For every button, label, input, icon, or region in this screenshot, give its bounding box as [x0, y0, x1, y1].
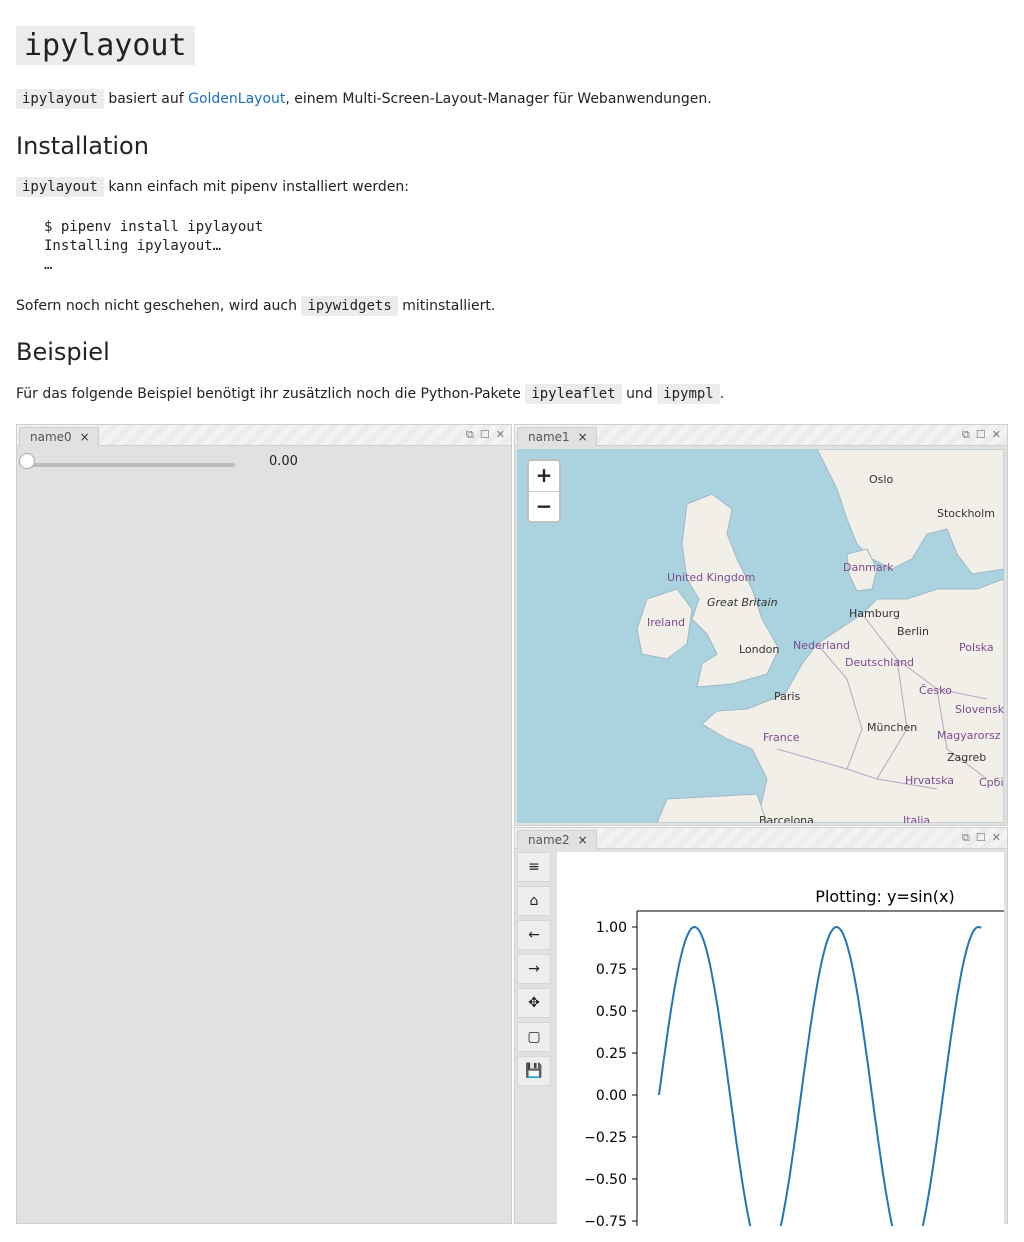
y-tick-label: 0.50: [596, 1004, 627, 1020]
zoom-control: + −: [527, 459, 561, 523]
map-label: Slovensk: [955, 703, 1004, 716]
chart-title: Plotting: y=sin(x): [815, 887, 954, 906]
map-label: Zagreb: [947, 751, 987, 764]
map-label: Danmark: [843, 561, 894, 574]
popout-icon[interactable]: ⧉: [466, 427, 474, 443]
tab-name0[interactable]: name0 ×: [19, 427, 99, 446]
y-tick-label: 0.25: [596, 1046, 627, 1062]
map-label: Србі: [979, 776, 1004, 789]
panel-controls: ⧉ ☐ ✕: [962, 427, 1001, 443]
tab-close-icon[interactable]: ×: [578, 428, 588, 446]
maximize-icon[interactable]: ☐: [976, 427, 986, 443]
panel-tabbar: name1 × ⧉ ☐ ✕: [515, 425, 1007, 446]
close-icon[interactable]: ✕: [496, 427, 505, 443]
map-label: Barcelona: [759, 814, 814, 823]
slider-value: 0.00: [269, 454, 298, 469]
tab-close-icon[interactable]: ×: [578, 831, 588, 849]
panel-tabbar: name0 × ⧉ ☐ ✕: [17, 425, 511, 446]
series-line: [658, 925, 982, 1226]
zoom-in-button[interactable]: +: [529, 461, 559, 492]
goldenlayout-link[interactable]: GoldenLayout: [188, 91, 285, 107]
panel-name2: name2 × ⧉ ☐ ✕ ≡ ⌂ ← → ✥ ▢ 💾 Plotting: y=sin(x)…: [514, 827, 1008, 1226]
inline-code: ipympl: [657, 384, 720, 404]
save-icon[interactable]: 💾: [517, 1056, 551, 1086]
y-tick-label: −0.50: [584, 1172, 627, 1188]
inline-code: ipylayout: [16, 177, 104, 197]
home-icon[interactable]: ⌂: [517, 886, 551, 916]
map-label: Nederland: [793, 639, 851, 652]
inline-code: ipylayout: [16, 89, 104, 109]
panel-tabbar: name2 × ⧉ ☐ ✕: [515, 828, 1007, 849]
map-label: Paris: [774, 690, 801, 703]
map-label: Magyarorsz: [937, 729, 1001, 742]
maximize-icon[interactable]: ☐: [976, 830, 986, 846]
map-label: Oslo: [869, 473, 894, 486]
tab-name1[interactable]: name1 ×: [517, 427, 597, 446]
page-title: ipylayout: [16, 26, 195, 65]
code-block: $ pipenv install ipylayout Installing ip…: [44, 219, 264, 273]
intro-paragraph: ipylayout basiert auf GoldenLayout, eine…: [16, 89, 712, 109]
map-label: Polska: [959, 641, 994, 654]
panel-name1: name1 × ⧉ ☐ ✕ + − Oslo Stockholm Danmark…: [514, 424, 1008, 826]
map-label: Hrvatska: [905, 774, 955, 787]
map-label: Berlin: [897, 625, 929, 638]
map-label: Italia: [903, 814, 931, 823]
close-icon[interactable]: ✕: [992, 427, 1001, 443]
y-tick-label: −0.25: [584, 1130, 627, 1146]
map-label: Ireland: [647, 616, 686, 629]
install-note: Sofern noch nicht geschehen, wird auch i…: [16, 296, 496, 316]
close-icon[interactable]: ✕: [992, 830, 1001, 846]
map-label: Česko: [919, 684, 952, 697]
map-label: Hamburg: [849, 607, 900, 620]
installation-heading: Installation: [16, 132, 149, 160]
installation-paragraph: ipylayout kann einfach mit pipenv instal…: [16, 177, 409, 197]
zoom-rect-icon[interactable]: ▢: [517, 1022, 551, 1052]
matplotlib-figure[interactable]: Plotting: y=sin(x) 1.00 0.75 0.50 0.25 0.00 −…: [557, 852, 1004, 1226]
tab-close-icon[interactable]: ×: [80, 428, 90, 446]
map-label: München: [867, 721, 918, 734]
map-label: London: [739, 643, 780, 656]
pan-icon[interactable]: ✥: [517, 988, 551, 1018]
y-tick-label: 0.00: [596, 1088, 627, 1104]
sine-plot: Plotting: y=sin(x) 1.00 0.75 0.50 0.25 0.00 −…: [584, 887, 1004, 1226]
slider-track[interactable]: [25, 463, 235, 467]
inline-code: ipywidgets: [301, 296, 398, 316]
figure-toolbar: ≡ ⌂ ← → ✥ ▢ 💾: [517, 852, 551, 1090]
inline-code: ipyleaflet: [525, 384, 622, 404]
y-tick-label: −0.75: [584, 1214, 627, 1226]
forward-arrow-icon[interactable]: →: [517, 954, 551, 984]
tab-name2[interactable]: name2 ×: [517, 830, 597, 849]
panel-name0: name0 × ⧉ ☐ ✕ 0.00: [16, 424, 512, 1224]
y-tick-label: 1.00: [596, 920, 627, 936]
map-label: United Kingdom: [667, 571, 756, 584]
zoom-out-button[interactable]: −: [529, 492, 559, 522]
beispiel-heading: Beispiel: [16, 338, 110, 366]
leaflet-map[interactable]: + − Oslo Stockholm Danmark United Kingdom Gr…: [517, 449, 1004, 823]
map-label: Deutschland: [845, 656, 915, 669]
back-arrow-icon[interactable]: ←: [517, 920, 551, 950]
slider-handle[interactable]: [19, 453, 35, 469]
popout-icon[interactable]: ⧉: [962, 427, 970, 443]
beispiel-paragraph: Für das folgende Beispiel benötigt ihr z…: [16, 384, 725, 404]
map-label: Great Britain: [707, 596, 778, 609]
map-land: [636, 449, 1004, 823]
panel-controls: ⧉ ☐ ✕: [962, 830, 1001, 846]
menu-icon[interactable]: ≡: [517, 852, 551, 882]
map-label: Stockholm: [937, 507, 995, 520]
slider-widget: 0.00: [17, 445, 511, 485]
maximize-icon[interactable]: ☐: [480, 427, 490, 443]
popout-icon[interactable]: ⧉: [962, 830, 970, 846]
panel-controls: ⧉ ☐ ✕: [466, 427, 505, 443]
map-label: France: [763, 731, 800, 744]
y-tick-label: 0.75: [596, 962, 627, 978]
